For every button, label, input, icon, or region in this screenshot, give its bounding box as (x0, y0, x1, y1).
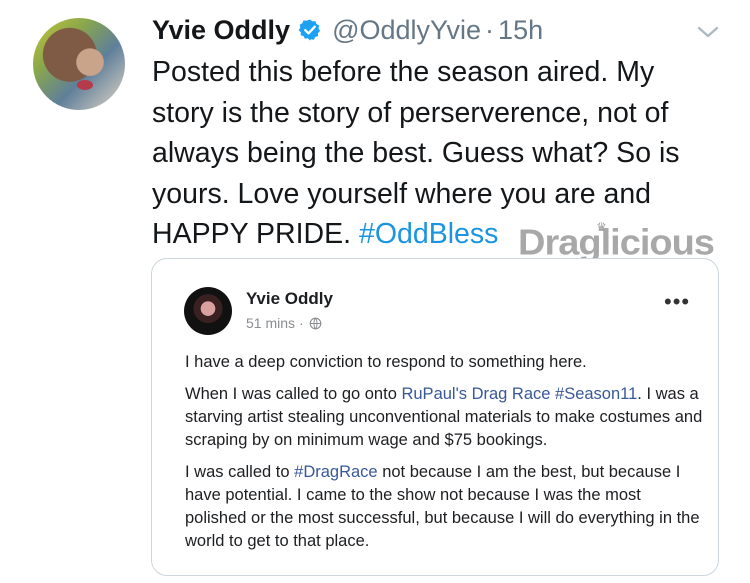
meta-separator: · (299, 315, 304, 331)
post-text: I was called to (185, 463, 295, 481)
display-name[interactable]: Yvie Oddly (152, 15, 290, 46)
post-body: I have a deep conviction to respond to s… (185, 351, 705, 562)
post-paragraph: I was called to #DragRace not because I … (185, 461, 705, 553)
user-handle[interactable]: @OddlyYvie (332, 15, 481, 46)
tweet-timestamp[interactable]: 15h (498, 15, 543, 46)
post-text: When I was called to go onto (185, 385, 402, 403)
tweet-line: HAPPY PRIDE. (152, 218, 359, 250)
post-text: I have a deep conviction to respond to s… (185, 353, 587, 371)
chevron-down-icon[interactable] (696, 20, 720, 44)
tweet-header: Yvie Oddly @OddlyYvie · 15h (152, 10, 543, 50)
tweet-line: yours. Love yourself where you are and (152, 177, 652, 210)
tweet-line: always being the best. Guess what? So is (152, 137, 680, 169)
tweet-line: story is the story of perserverence, not… (152, 96, 669, 129)
separator-dot: · (485, 14, 495, 45)
season-link[interactable]: RuPaul's Drag Race #Season11 (401, 385, 637, 403)
embedded-post-card[interactable]: Yvie Oddly 51 mins · ••• I have a deep c… (151, 258, 719, 576)
tweet-line: Posted this before the season aired. My (152, 56, 655, 88)
more-options-icon[interactable]: ••• (664, 291, 690, 313)
post-time[interactable]: 51 mins (246, 315, 295, 331)
globe-icon (309, 317, 322, 329)
post-avatar[interactable] (184, 287, 232, 335)
post-author-name[interactable]: Yvie Oddly (246, 289, 333, 309)
dragrace-hashtag-link[interactable]: #DragRace (294, 463, 377, 481)
post-paragraph: When I was called to go onto RuPaul's Dr… (185, 383, 705, 452)
profile-avatar[interactable] (33, 18, 125, 110)
post-meta: 51 mins · (246, 315, 322, 331)
post-paragraph: I have a deep conviction to respond to s… (185, 351, 705, 374)
hashtag-link[interactable]: #OddBless (359, 218, 498, 250)
verified-badge-icon (298, 19, 321, 41)
